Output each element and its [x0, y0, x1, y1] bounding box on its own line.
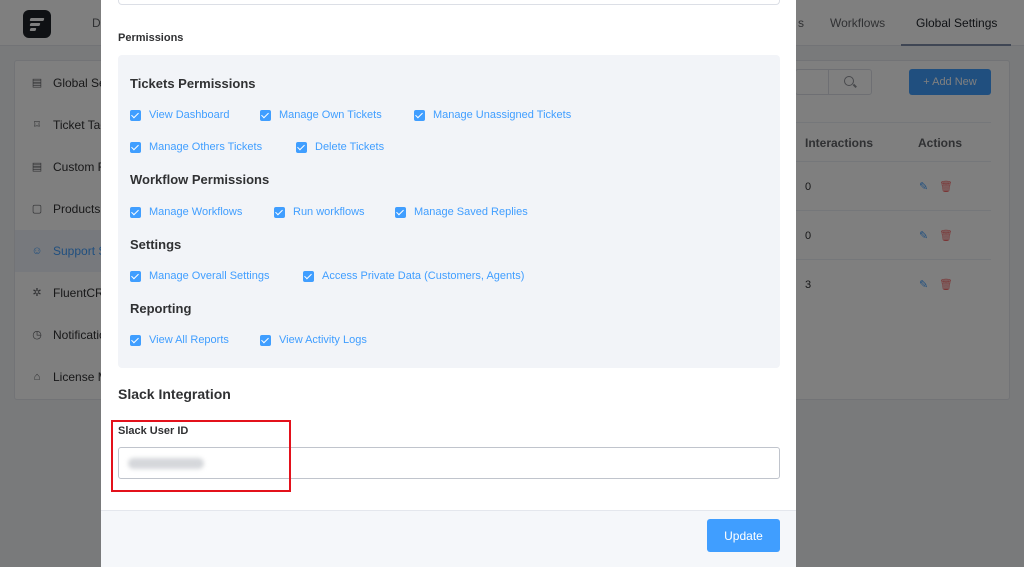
- previous-field-input[interactable]: [118, 0, 780, 5]
- checkbox-run-workflows[interactable]: Run workflows: [274, 206, 365, 218]
- checkbox-checked-icon[interactable]: [130, 206, 141, 218]
- annotation-highlight-box: [111, 420, 291, 492]
- checkbox-checked-icon[interactable]: [260, 334, 271, 346]
- slack-integration-title: Slack Integration: [118, 386, 231, 402]
- checkbox-checked-icon[interactable]: [260, 109, 271, 121]
- checkbox-manage-others-tickets[interactable]: Manage Others Tickets: [130, 141, 262, 153]
- checkbox-checked-icon[interactable]: [130, 141, 141, 153]
- checkbox-manage-workflows[interactable]: Manage Workflows: [130, 206, 242, 218]
- permissions-panel: Tickets Permissions View Dashboard Manag…: [118, 55, 780, 368]
- checkbox-checked-icon[interactable]: [274, 206, 285, 218]
- group-title-settings: Settings: [130, 237, 182, 252]
- checkbox-delete-tickets[interactable]: Delete Tickets: [296, 141, 384, 153]
- group-title-tickets: Tickets Permissions: [130, 76, 256, 91]
- checkbox-view-dashboard[interactable]: View Dashboard: [130, 109, 230, 121]
- checkbox-manage-unassigned-tickets[interactable]: Manage Unassigned Tickets: [414, 109, 571, 121]
- checkbox-manage-overall-settings[interactable]: Manage Overall Settings: [130, 270, 269, 282]
- modal-footer: Update: [101, 510, 796, 567]
- checkbox-manage-own-tickets[interactable]: Manage Own Tickets: [260, 109, 382, 121]
- checkbox-view-all-reports[interactable]: View All Reports: [130, 334, 229, 346]
- group-title-reporting: Reporting: [130, 301, 192, 316]
- checkbox-checked-icon[interactable]: [303, 270, 314, 282]
- checkbox-checked-icon[interactable]: [395, 206, 406, 218]
- checkbox-checked-icon[interactable]: [296, 141, 307, 153]
- checkbox-view-activity-logs[interactable]: View Activity Logs: [260, 334, 367, 346]
- checkbox-checked-icon[interactable]: [130, 334, 141, 346]
- group-title-workflow: Workflow Permissions: [130, 172, 270, 187]
- permissions-label: Permissions: [118, 32, 184, 44]
- checkbox-checked-icon[interactable]: [130, 270, 141, 282]
- checkbox-access-private-data[interactable]: Access Private Data (Customers, Agents): [303, 270, 524, 282]
- edit-agent-modal: Permissions Tickets Permissions View Das…: [101, 0, 796, 567]
- update-button[interactable]: Update: [707, 519, 780, 552]
- checkbox-manage-saved-replies[interactable]: Manage Saved Replies: [395, 206, 528, 218]
- checkbox-checked-icon[interactable]: [414, 109, 425, 121]
- checkbox-checked-icon[interactable]: [130, 109, 141, 121]
